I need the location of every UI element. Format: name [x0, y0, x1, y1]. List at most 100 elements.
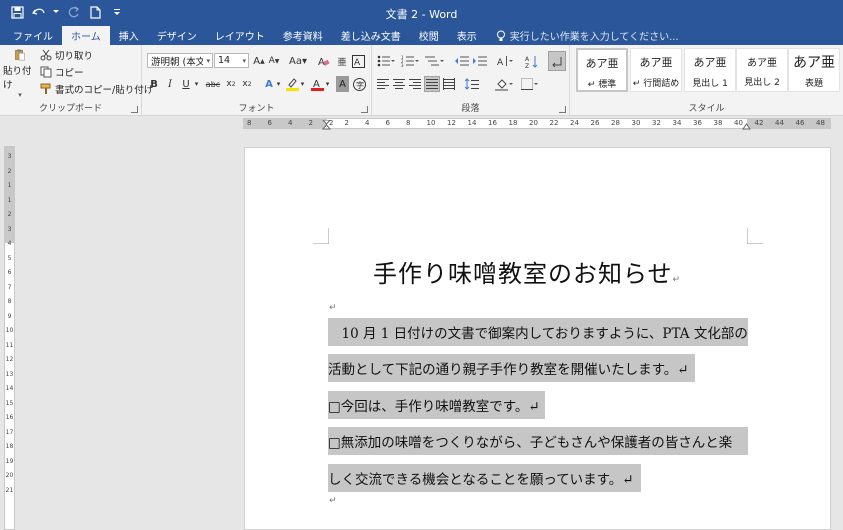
show-formatting-marks-icon[interactable]	[548, 51, 566, 71]
document-title[interactable]: 手作り味噌教室のお知らせ↵	[373, 254, 681, 289]
change-case-button[interactable]: Aa▾	[287, 53, 309, 69]
clipboard-launcher[interactable]	[131, 106, 138, 113]
font-name-dropdown-icon: ▾	[206, 57, 210, 65]
font-size-box[interactable]: 14 ▾	[214, 53, 249, 68]
bullets-icon[interactable]	[376, 53, 396, 69]
ruler-number: 13	[5, 370, 14, 378]
clipboard-commands: 切り取り コピー 書式のコピー/貼り付け	[40, 48, 153, 96]
asian-layout-icon[interactable]: A	[496, 53, 516, 69]
tab-home[interactable]: ホーム	[62, 26, 110, 45]
ruler-number: 12	[447, 119, 456, 127]
tab-insert[interactable]: 挿入	[110, 26, 148, 45]
ruler-number: 40	[734, 119, 743, 127]
tab-mailings[interactable]: 差し込み文書	[332, 26, 410, 45]
vertical-ruler[interactable]: 3 2 1 1 2 3 4 5 6 7 8 9 10 11 12 13 14 15 16 17 18 19 20 21	[4, 146, 15, 530]
paste-dropdown-icon[interactable]: ▾	[18, 91, 22, 99]
copy-icon	[40, 66, 52, 78]
phonetic-guide-icon[interactable]: 亜	[335, 53, 349, 69]
borders-icon[interactable]	[520, 76, 540, 92]
highlight-icon[interactable]	[285, 76, 299, 92]
tell-me-box[interactable]: 実行したい作業を入力してください...	[496, 26, 679, 45]
ribbon: 貼り付け ▾ 切り取り コピー 書式のコピー/貼り付け クリップボード 游明朝 …	[0, 45, 843, 116]
clear-formatting-icon[interactable]: A	[317, 53, 331, 69]
text-effects-icon[interactable]: A	[262, 76, 276, 92]
character-shading-icon[interactable]: A	[336, 76, 349, 92]
underline-button[interactable]: U	[179, 76, 193, 92]
tell-me-placeholder: 実行したい作業を入力してください...	[509, 32, 679, 43]
lightbulb-icon	[496, 30, 505, 41]
ruler-number: 3	[7, 153, 12, 160]
style-heading-1[interactable]: あア亜 見出し 1	[684, 48, 736, 92]
ruler-number: 4	[288, 119, 293, 127]
tab-layout[interactable]: レイアウト	[206, 26, 274, 45]
strikethrough-button[interactable]: abc	[204, 76, 222, 92]
shrink-font-button[interactable]: A ▼	[267, 53, 281, 69]
align-right-icon[interactable]	[408, 76, 422, 92]
style-normal[interactable]: あア亜 ↵ 標準	[576, 48, 628, 92]
tab-file[interactable]: ファイル	[4, 26, 62, 45]
tab-references[interactable]: 参考資料	[274, 26, 332, 45]
copy-label: コピー	[55, 68, 84, 79]
underline-dropdown-icon[interactable]: ▾	[193, 76, 200, 92]
superscript-button[interactable]: x2	[240, 76, 254, 92]
document-title-text: 手作り味噌教室のお知らせ	[373, 260, 673, 288]
numbering-icon[interactable]: 123	[400, 53, 420, 69]
font-color-dropdown-icon[interactable]: ▾	[324, 76, 331, 92]
highlight-dropdown-icon[interactable]: ▾	[299, 76, 306, 92]
paste-button[interactable]: 貼り付け ▾	[3, 49, 37, 99]
body-line[interactable]: □今回は、手作り味噌教室です。↵	[328, 391, 545, 419]
shading-icon[interactable]	[494, 76, 514, 92]
multilevel-list-icon[interactable]	[424, 53, 446, 69]
decrease-indent-icon[interactable]	[454, 53, 470, 69]
increase-indent-icon[interactable]	[472, 53, 488, 69]
italic-button[interactable]: I	[163, 76, 177, 92]
ruler-number: 2	[308, 119, 313, 127]
paragraph-launcher[interactable]	[559, 106, 566, 113]
document-page[interactable]: 手作り味噌教室のお知らせ↵ ↵ 10 月 1 日付けの文書で御案内しておりますよ…	[244, 147, 831, 530]
font-color-icon[interactable]: A	[310, 76, 324, 92]
style-title[interactable]: あア亜 表題	[788, 48, 840, 92]
body-line[interactable]: □無添加の味噌をつくりながら、子どもさんや保護者の皆さんと楽	[328, 427, 748, 455]
distributed-icon[interactable]	[442, 76, 456, 92]
ruler-number: 17	[5, 428, 14, 436]
ruler-number: 20	[5, 472, 14, 479]
tab-design[interactable]: デザイン	[148, 26, 206, 45]
ruler-number: 18	[5, 443, 14, 450]
copy-button[interactable]: コピー	[40, 65, 153, 79]
ruler-number: 12	[5, 356, 14, 363]
body-line[interactable]: 10 月 1 日付けの文書で御案内しておりますように、PTA 文化部の	[328, 318, 748, 346]
tab-review[interactable]: 校閲	[410, 26, 448, 45]
text-effects-dropdown-icon[interactable]: ▾	[275, 76, 282, 92]
right-indent-marker[interactable]	[742, 122, 751, 130]
justify-icon[interactable]	[424, 76, 440, 92]
align-center-icon[interactable]	[392, 76, 406, 92]
line-spacing-icon[interactable]	[464, 76, 484, 92]
sort-icon[interactable]: AZ	[524, 53, 540, 69]
font-name-box[interactable]: 游明朝 (本文( ▾	[147, 53, 213, 68]
tab-view[interactable]: 表示	[448, 26, 486, 45]
style-heading-2[interactable]: あア亜 見出し 2	[736, 48, 788, 92]
ruler-number: 9	[7, 312, 12, 320]
enclose-character-icon[interactable]: A	[351, 53, 365, 69]
ruler-number: 42	[754, 119, 764, 127]
horizontal-ruler[interactable]: 8 6 4 2 2 2 4 6 8 10 12 14 16 18 20 22 24 26 28 30 32 34 36 38 4…	[243, 118, 831, 130]
ruler-number: 14	[5, 385, 14, 392]
cut-button[interactable]: 切り取り	[40, 48, 153, 62]
style-no-spacing[interactable]: あア亜 ↵ 行間詰め	[630, 48, 682, 92]
format-painter-button[interactable]: 書式のコピー/貼り付け	[40, 82, 153, 96]
enclosed-char-icon[interactable]: 字	[352, 76, 366, 92]
ruler-number: 16	[5, 414, 14, 421]
body-line[interactable]: 活動として下記の通り親子手作り教室を開催いたします。↵	[328, 354, 695, 382]
ruler-number: 16	[488, 119, 497, 127]
body-line[interactable]: しく交流できる機会となることを願っています。↵	[328, 464, 641, 492]
bold-button[interactable]: B	[147, 76, 161, 92]
subscript-button[interactable]: x2	[224, 76, 238, 92]
paragraph-mark: ↵	[329, 496, 337, 506]
ruler-number: 36	[693, 119, 702, 127]
cut-label: 切り取り	[55, 51, 94, 62]
style-name: 見出し 2	[744, 78, 780, 88]
grow-font-button[interactable]: A ▲	[252, 53, 266, 69]
align-left-icon[interactable]	[376, 76, 390, 92]
ruler-number: 48	[816, 119, 825, 127]
font-launcher[interactable]	[361, 106, 368, 113]
